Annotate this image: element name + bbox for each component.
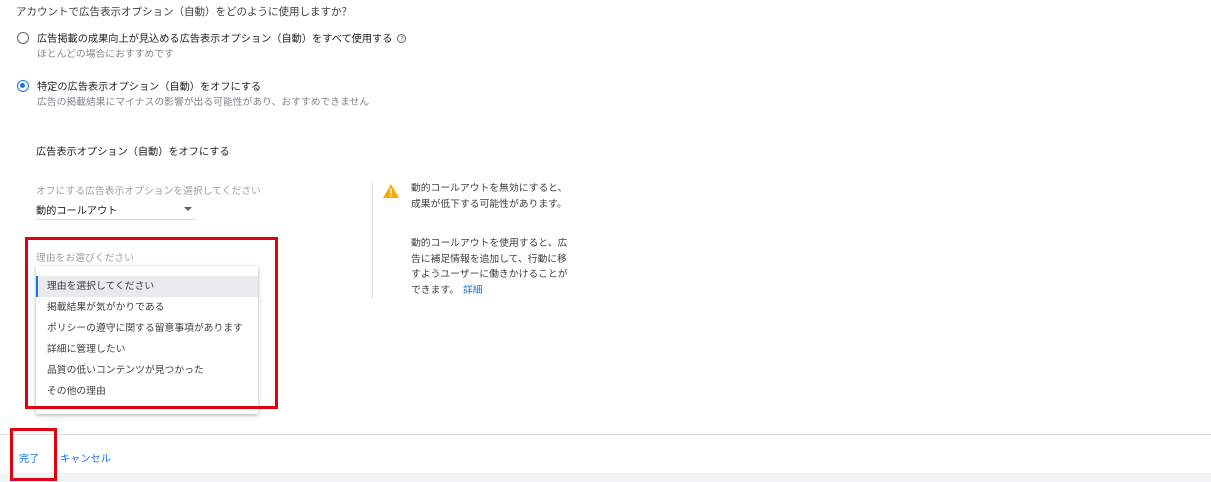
reason-select-label: 理由をお選びください [36,253,134,264]
done-button[interactable]: 完了 [19,450,39,465]
section-title: 広告表示オプション（自動）をオフにする [36,147,230,158]
reason-option[interactable]: 品質の低いコンテンツが見つかった [36,360,258,381]
chevron-down-icon [184,207,192,211]
ad-extension-settings-page: アカウントで広告表示オプション（自動）をどのように使用しますか？ 広告掲載の成果… [0,0,1211,482]
option-use-all-label: 広告掲載の成果向上が見込める広告表示オプション（自動）をすべて使用する [37,34,393,45]
reason-option[interactable]: その他の理由 [36,381,258,402]
extension-select-value: 動的コールアウト [36,206,118,217]
extension-select-label: オフにする広告表示オプションを選択してください [36,186,261,197]
reason-option[interactable]: 理由を選択してください [36,276,258,297]
vertical-divider [372,183,373,299]
warning-text: 動的コールアウトを無効にすると、成果が低下する可能性があります。 [411,183,568,210]
reason-option[interactable]: 掲載結果が気がかりである [36,297,258,318]
question-text: アカウントで広告表示オプション（自動）をどのように使用しますか？ [16,6,352,18]
footer-strip [0,473,1211,482]
reason-dropdown[interactable]: 理由を選択してください 掲載結果が気がかりである ポリシーの遵守に関する留意事項… [36,266,258,414]
option-turn-off-sub: 広告の掲載結果にマイナスの影響が出る可能性があり、おすすめできません [37,97,370,108]
option-use-all-label-wrap: 広告掲載の成果向上が見込める広告表示オプション（自動）をすべて使用する? [37,30,407,45]
info-body: 動的コールアウトを使用すると、広告に補足情報を追加して、行動に移すようユーザーに… [411,238,568,296]
option-turn-off-label: 特定の広告表示オプション（自動）をオフにする [37,82,262,93]
option-use-all-sub: ほとんどの場合におすすめです [37,49,174,60]
radio-turn-off[interactable] [17,80,29,92]
extension-select[interactable]: 動的コールアウト [36,198,196,220]
reason-option[interactable]: 詳細に管理したい [36,339,258,360]
footer-divider [0,434,1211,435]
warning-icon [383,184,399,198]
help-icon[interactable]: ? [397,34,407,43]
details-link[interactable]: 詳細 [463,285,483,296]
radio-use-all[interactable] [17,32,29,44]
cancel-button[interactable]: キャンセル [60,450,111,465]
info-text: 動的コールアウトを使用すると、広告に補足情報を追加して、行動に移すようユーザーに… [411,236,576,298]
reason-option[interactable]: ポリシーの遵守に関する留意事項があります [36,318,258,339]
